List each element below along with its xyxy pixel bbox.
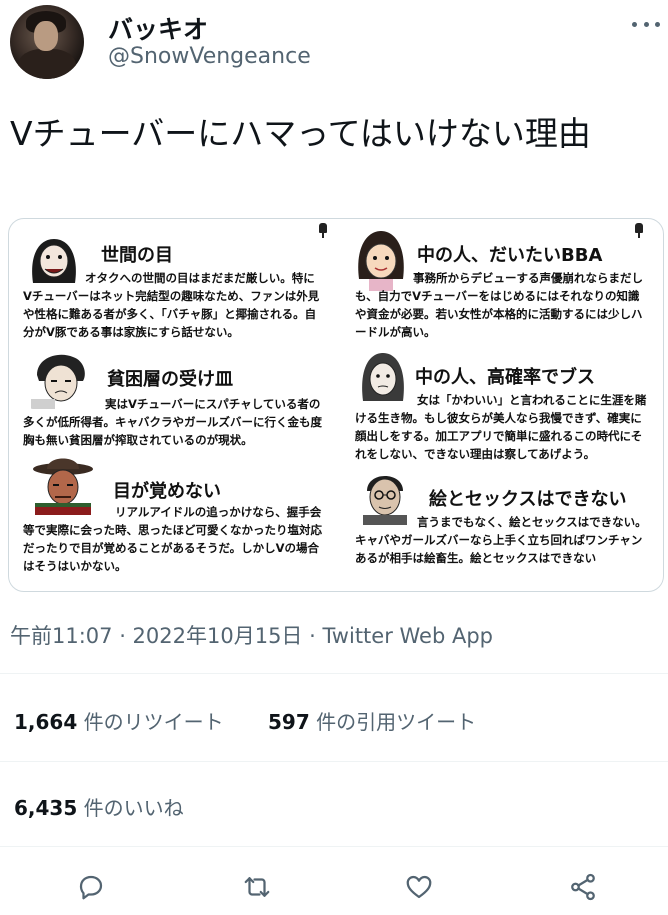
more-dots-icon (632, 21, 637, 27)
like-count[interactable]: 6,435 件のいいね (14, 792, 184, 821)
cell-body: 女は「かわいい」と言われることに生涯を賭ける生き物。もし彼女らが美人なら我慢でき… (355, 393, 647, 461)
cell-title: 中の人、だいたいBBA (417, 245, 603, 266)
cell-title: 貧困層の受け皿 (107, 369, 233, 390)
share-icon (571, 873, 595, 901)
cell-title: 中の人、高確率でブス (415, 367, 595, 388)
pin-icon (319, 223, 327, 238)
divider (0, 761, 668, 762)
cell-body: 言うまでもなく、絵とセックスはできない。キャバやガールズバーなら上手く立ち回れば… (355, 515, 647, 565)
tweet-actions (0, 862, 668, 912)
cell-title: 世間の目 (101, 245, 173, 266)
cell-body: リアルアイドルの追っかけなら、握手会等で実際に会った時、思ったほど可愛くなかった… (23, 505, 322, 573)
retweet-icon (244, 877, 270, 897)
tweet-image[interactable]: 世間の目 オタクへの世間の目はまだまだ厳しい。特にVチューバーはネット完結型の趣… (8, 218, 664, 592)
reply-button[interactable] (74, 870, 108, 904)
tweet-timestamp[interactable]: 午前11:07 · 2022年10月15日 · Twitter Web App (10, 620, 493, 650)
like-count-value: 6,435 (14, 796, 78, 820)
cell-body: 実はVチューバーにスパチャしている者の多くが低所得者。キャバクラやガールズバーに… (23, 397, 322, 447)
cell-body: オタクへの世間の目はまだまだ厳しい。特にVチューバーはネット完結型の趣味なため、… (23, 271, 320, 339)
heart-icon (406, 875, 432, 899)
tweet-header: バッキオ @SnowVengeance (0, 0, 668, 90)
divider (0, 846, 668, 847)
more-options-button[interactable] (632, 14, 660, 34)
retweet-button[interactable] (240, 870, 274, 904)
share-button[interactable] (566, 870, 600, 904)
retweet-count-label: 件のリツイート (83, 710, 224, 734)
cell-title: 絵とセックスはできない (429, 489, 627, 510)
divider (0, 673, 668, 674)
avatar[interactable] (10, 5, 84, 79)
reply-icon (79, 875, 103, 900)
retweet-count[interactable]: 1,664 件のリツイート (14, 706, 224, 735)
cell-title: 目が覚めない (113, 481, 221, 502)
display-name[interactable]: バッキオ (108, 10, 208, 46)
like-count-label: 件のいいね (83, 796, 184, 820)
quote-count-label: 件の引用ツイート (316, 710, 477, 734)
quote-count[interactable]: 597 件の引用ツイート (268, 706, 476, 735)
pin-icon (635, 223, 643, 238)
quote-count-value: 597 (268, 710, 310, 734)
cell-body: 事務所からデビューする声優崩れならまだしも、自力でVチューバーをはじめるにはそれ… (355, 271, 643, 339)
user-handle[interactable]: @SnowVengeance (108, 44, 311, 69)
retweet-count-value: 1,664 (14, 710, 78, 734)
tweet-text: Vチューバーにハマってはいけない理由 (10, 114, 591, 153)
like-button[interactable] (402, 870, 436, 904)
